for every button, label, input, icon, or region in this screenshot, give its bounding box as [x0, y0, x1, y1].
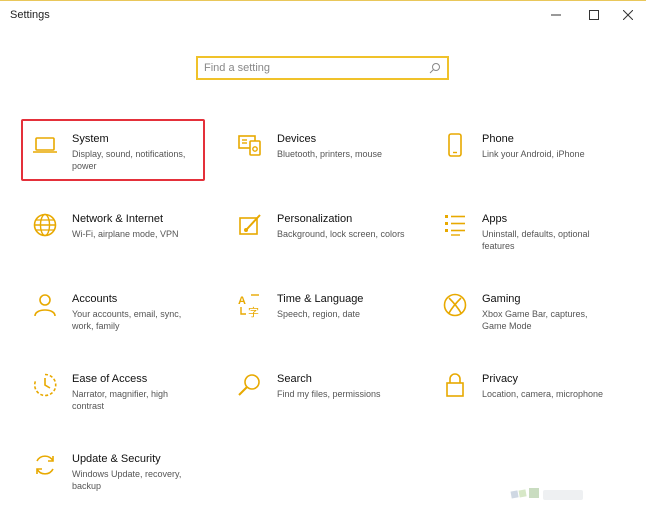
tile-description: Bluetooth, printers, mouse — [277, 149, 383, 159]
xbox-icon — [443, 293, 467, 317]
time-language-icon: A字 — [238, 294, 259, 318]
person-icon — [34, 294, 56, 317]
tile-name: Personalization — [277, 213, 353, 225]
tile-name: Network & Internet — [72, 213, 164, 225]
window-title: Settings — [10, 9, 50, 21]
lock-icon — [446, 373, 464, 397]
tile-network-internet[interactable]: Network & Internet Wi-Fi, airplane mode,… — [22, 207, 212, 271]
tile-apps[interactable]: Apps Uninstall, defaults, optional featu… — [432, 207, 622, 271]
tile-time-language[interactable]: A字 Time & Language Speech, region, date — [227, 287, 417, 351]
tile-name: Accounts — [72, 293, 118, 305]
tile-update-security[interactable]: Update & Security Windows Update, recove… — [22, 447, 212, 511]
tile-name: Devices — [277, 133, 317, 145]
title-bar: Settings — [0, 1, 646, 31]
minimize-button[interactable] — [541, 5, 571, 25]
tile-description: Speech, region, date — [277, 309, 361, 319]
tile-name: Search — [277, 373, 312, 385]
ease-of-access-icon — [33, 373, 57, 397]
minimize-icon — [551, 14, 561, 16]
maximize-icon — [589, 10, 599, 20]
tile-gaming[interactable]: Gaming Xbox Game Bar, captures, Game Mod… — [432, 287, 622, 351]
update-icon — [36, 455, 54, 475]
magnifier-icon — [238, 374, 260, 396]
laptop-icon — [33, 137, 57, 153]
settings-window: Settings System Display, sound, notifica… — [0, 0, 646, 500]
tile-description: Your accounts, email, sync, work, family — [72, 309, 182, 331]
tile-name: Phone — [482, 133, 514, 145]
phone-icon — [448, 133, 462, 157]
paint-icon — [239, 214, 261, 235]
tile-name: Time & Language — [277, 293, 364, 305]
devices-icon — [238, 135, 261, 156]
close-button[interactable] — [613, 5, 643, 25]
tile-name: System — [72, 133, 109, 145]
tile-description: Xbox Game Bar, captures, Game Mode — [482, 309, 588, 331]
tile-description: Uninstall, defaults, optional features — [482, 229, 590, 251]
tile-description: Windows Update, recovery, backup — [72, 469, 182, 491]
tile-description: Find my files, permissions — [277, 389, 381, 399]
tile-name: Gaming — [482, 293, 521, 305]
tile-description: Wi-Fi, airplane mode, VPN — [72, 229, 179, 239]
tile-phone[interactable]: Phone Link your Android, iPhone — [432, 127, 622, 191]
tile-accounts[interactable]: Accounts Your accounts, email, sync, wor… — [22, 287, 212, 351]
tile-search[interactable]: Search Find my files, permissions — [227, 367, 417, 431]
tile-personalization[interactable]: Personalization Background, lock screen,… — [227, 207, 417, 271]
tile-ease-of-access[interactable]: Ease of Access Narrator, magnifier, high… — [22, 367, 212, 431]
tile-name: Update & Security — [72, 453, 161, 465]
svg-text:字: 字 — [248, 305, 259, 318]
close-icon — [623, 10, 633, 20]
tile-description: Display, sound, notifications, power — [72, 149, 186, 171]
search-input[interactable] — [204, 60, 424, 76]
watermark-logo — [510, 488, 583, 500]
apps-list-icon — [445, 215, 465, 236]
tile-name: Privacy — [482, 373, 519, 385]
tile-name: Ease of Access — [72, 373, 148, 385]
maximize-button[interactable] — [579, 5, 609, 25]
search-box[interactable] — [196, 56, 449, 80]
tile-name: Apps — [482, 213, 508, 225]
tile-system[interactable]: System Display, sound, notifications, po… — [22, 127, 212, 191]
search-icon — [429, 63, 440, 74]
svg-text:A: A — [238, 295, 246, 307]
tile-description: Location, camera, microphone — [482, 389, 604, 399]
tile-privacy[interactable]: Privacy Location, camera, microphone — [432, 367, 622, 431]
tile-devices[interactable]: Devices Bluetooth, printers, mouse — [227, 127, 417, 191]
tile-description: Narrator, magnifier, high contrast — [72, 389, 169, 411]
tile-description: Background, lock screen, colors — [277, 229, 405, 239]
globe-icon — [33, 213, 57, 237]
tile-description: Link your Android, iPhone — [482, 149, 585, 159]
